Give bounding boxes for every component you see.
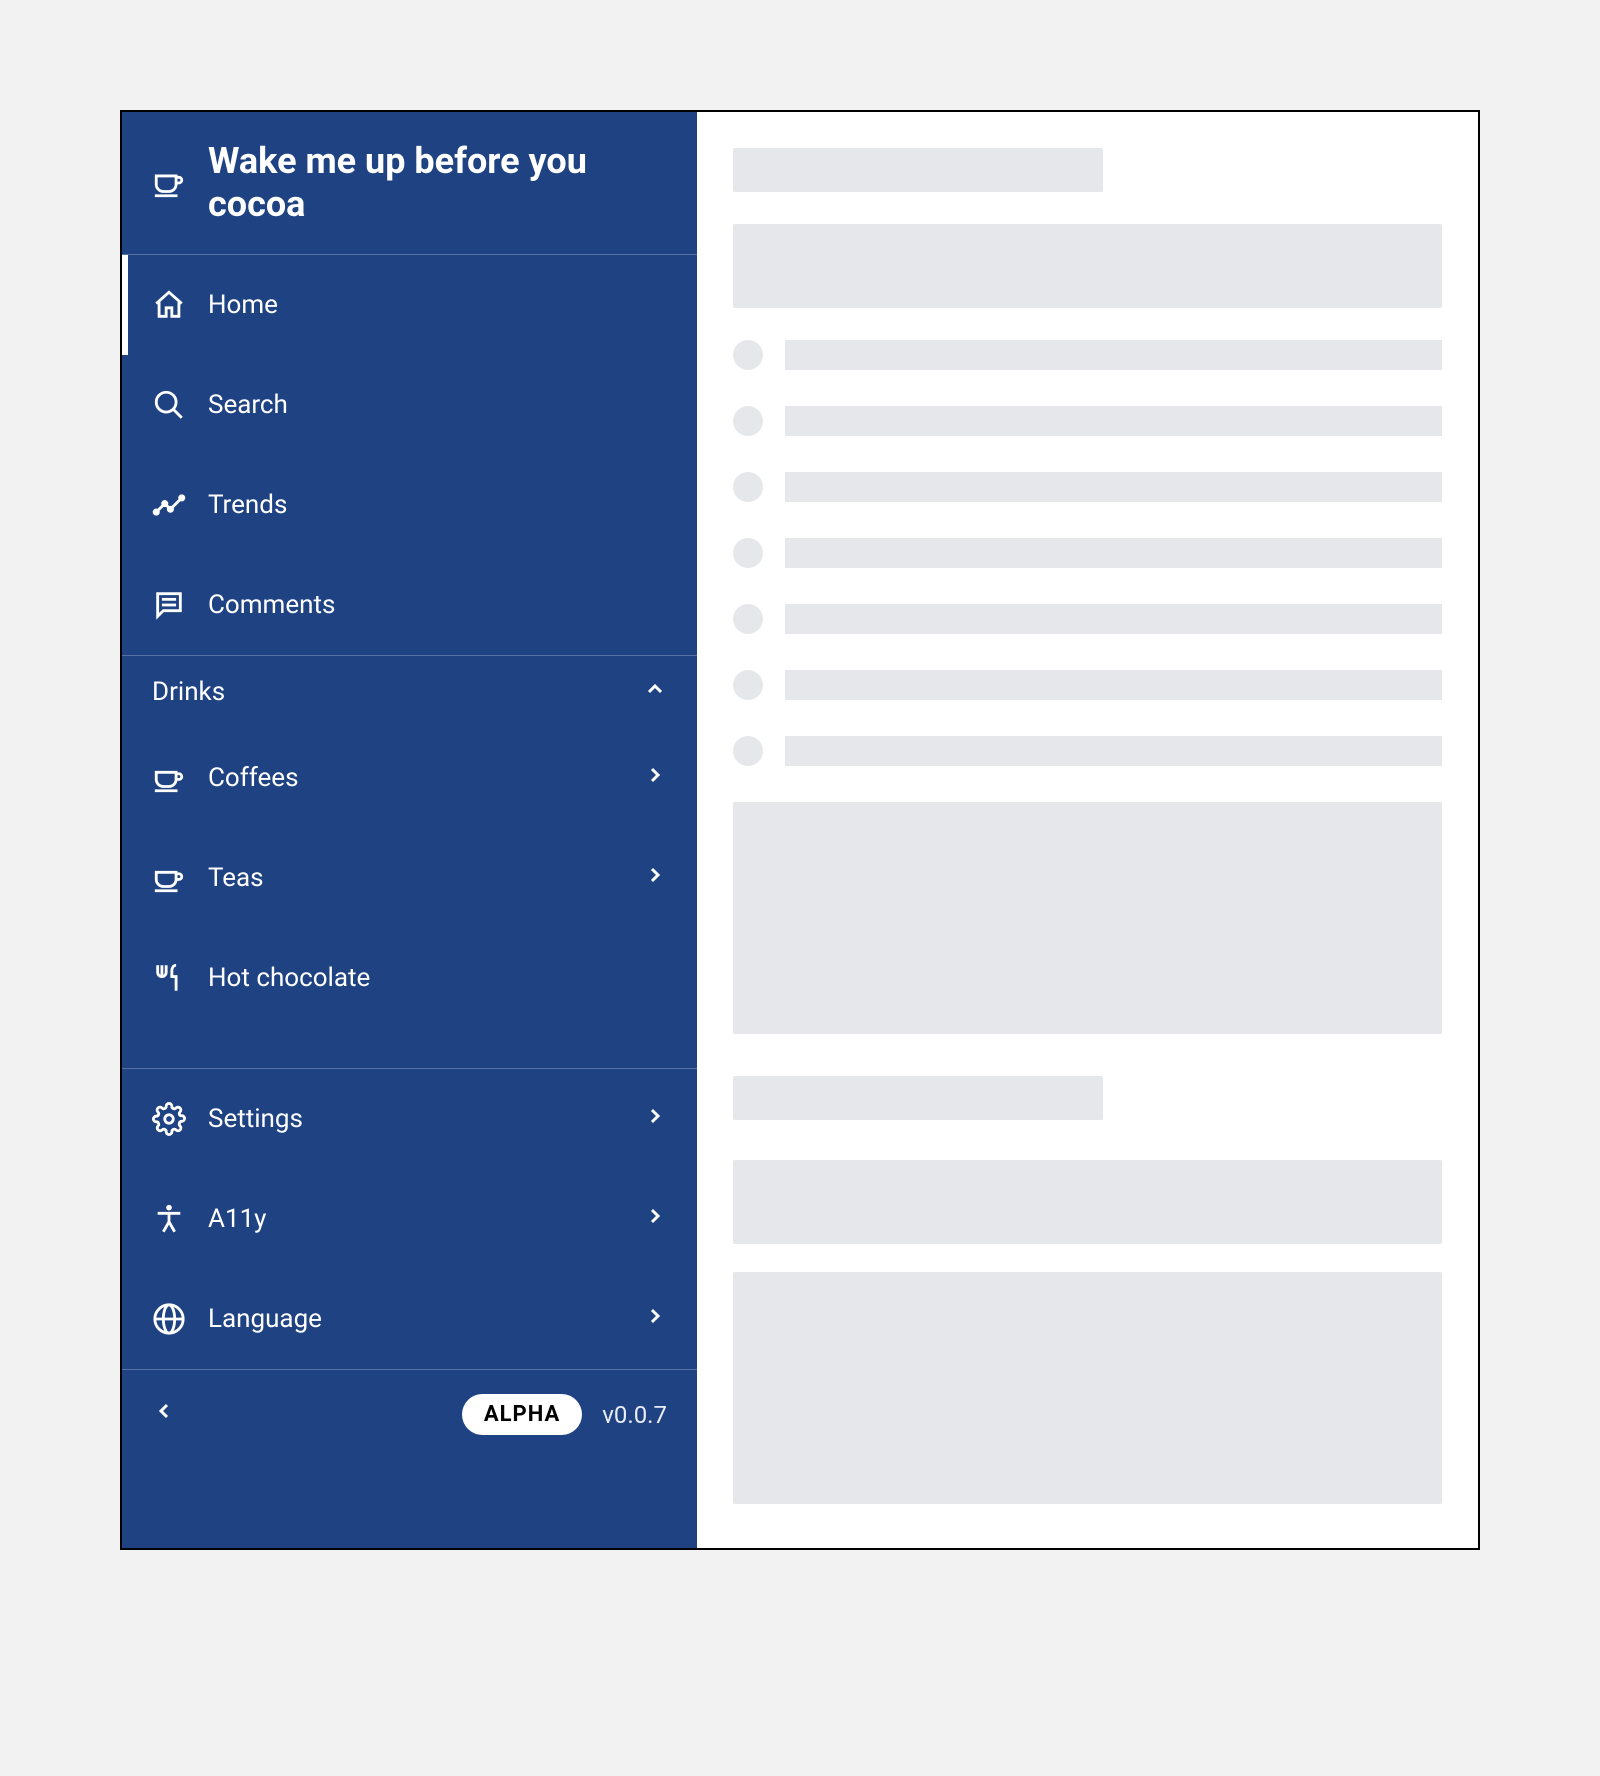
nav-label: Coffees xyxy=(208,763,621,793)
nav-section-secondary: Settings A11y Language xyxy=(122,1069,697,1369)
nav-label: Settings xyxy=(208,1104,621,1134)
cup-icon xyxy=(152,166,186,200)
section-header-drinks[interactable]: Drinks xyxy=(122,656,697,728)
nav-label: Hot chocolate xyxy=(208,963,667,993)
tea-icon xyxy=(152,861,186,895)
nav-item-language[interactable]: Language xyxy=(122,1269,697,1369)
app-title: Wake me up before you cocoa xyxy=(208,140,669,226)
nav-section-drinks: Drinks Coffees Teas xyxy=(122,656,697,1069)
gear-icon xyxy=(152,1102,186,1136)
chevron-right-icon xyxy=(643,763,667,794)
skeleton-row xyxy=(733,538,1442,568)
skeleton-bigblock xyxy=(733,802,1442,1034)
sidebar-footer: ALPHA v0.0.7 xyxy=(122,1369,697,1459)
skeleton-row xyxy=(733,340,1442,370)
nav-label: A11y xyxy=(208,1204,621,1234)
skeleton-title xyxy=(733,1076,1103,1120)
nav-item-comments[interactable]: Comments xyxy=(122,555,697,655)
chevron-right-icon xyxy=(643,1104,667,1135)
nav-label: Trends xyxy=(208,490,667,520)
globe-icon xyxy=(152,1302,186,1336)
nav-section-primary: Home Search Trends Comments xyxy=(122,255,697,656)
nav-item-coffees[interactable]: Coffees xyxy=(122,728,697,828)
skeleton-row xyxy=(733,472,1442,502)
nav-item-trends[interactable]: Trends xyxy=(122,455,697,555)
nav-label: Teas xyxy=(208,863,621,893)
chevron-right-icon xyxy=(643,1304,667,1335)
skeleton-bigblock xyxy=(733,1272,1442,1504)
main-content xyxy=(697,112,1478,1548)
chevron-right-icon xyxy=(643,863,667,894)
nav-label: Home xyxy=(208,290,667,320)
app-frame: Wake me up before you cocoa Home Search xyxy=(120,110,1480,1550)
nav-label: Language xyxy=(208,1304,621,1334)
accessibility-icon xyxy=(152,1202,186,1236)
sidebar: Wake me up before you cocoa Home Search xyxy=(122,112,697,1548)
skeleton-block xyxy=(733,224,1442,308)
nav-item-hot-chocolate[interactable]: Hot chocolate xyxy=(122,928,697,1028)
coffee-icon xyxy=(152,761,186,795)
trends-icon xyxy=(152,488,186,522)
chevron-up-icon xyxy=(643,677,667,708)
version-text: v0.0.7 xyxy=(602,1401,667,1429)
search-icon xyxy=(152,388,186,422)
nav-label: Search xyxy=(208,390,667,420)
skeleton-row xyxy=(733,670,1442,700)
sidebar-header: Wake me up before you cocoa xyxy=(122,112,697,255)
collapse-button[interactable] xyxy=(152,1399,176,1430)
skeleton-title xyxy=(733,148,1103,192)
skeleton-row xyxy=(733,604,1442,634)
nav-item-search[interactable]: Search xyxy=(122,355,697,455)
comments-icon xyxy=(152,588,186,622)
nav-item-home[interactable]: Home xyxy=(122,255,697,355)
nav-label: Comments xyxy=(208,590,667,620)
nav-item-a11y[interactable]: A11y xyxy=(122,1169,697,1269)
skeleton-row xyxy=(733,736,1442,766)
skeleton-block xyxy=(733,1160,1442,1244)
chevron-right-icon xyxy=(643,1204,667,1235)
nav-item-teas[interactable]: Teas xyxy=(122,828,697,928)
skeleton-row xyxy=(733,406,1442,436)
nav-item-settings[interactable]: Settings xyxy=(122,1069,697,1169)
home-icon xyxy=(152,288,186,322)
release-badge: ALPHA xyxy=(462,1394,582,1435)
section-header-label: Drinks xyxy=(152,677,225,707)
restaurant-icon xyxy=(152,961,186,995)
